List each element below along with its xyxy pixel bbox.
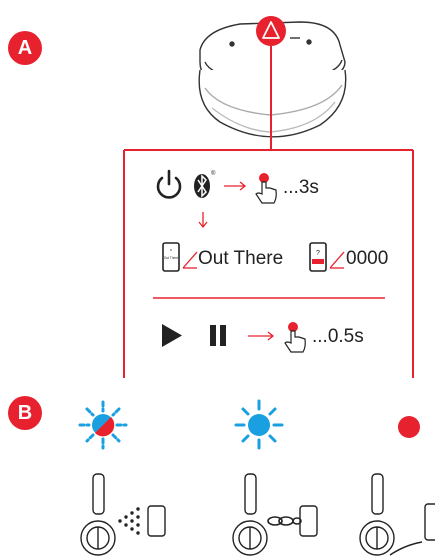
charging-light-icon (398, 416, 420, 438)
pairing-light-icon (78, 400, 128, 450)
bluetooth-icon: ® (194, 170, 216, 198)
headphone-pairing-icon (80, 473, 166, 556)
arrow-right-icon (224, 181, 247, 191)
power-icon (156, 169, 182, 199)
arrow-right-icon (248, 331, 275, 341)
svg-text:®: ® (211, 170, 216, 177)
play-icon (162, 324, 182, 347)
headphone-connected-icon (232, 473, 318, 556)
phone-screen-name-icon: * Out There (162, 242, 180, 272)
pin-code-label: 0000 (346, 248, 389, 269)
diagram-canvas: ® * Out There ? (78, 16, 435, 556)
phone-screen-pin-icon: ? (309, 242, 327, 272)
svg-text:Out There: Out There (164, 256, 179, 260)
pause-icon (210, 325, 226, 346)
edit-slash-icon (182, 251, 198, 269)
playback-hold-time: ...0.5s (312, 326, 364, 347)
svg-text:?: ? (316, 250, 320, 257)
svg-text:*: * (170, 249, 172, 255)
arrow-down-icon (198, 212, 208, 229)
pairing-dots-icon (118, 507, 140, 535)
connected-light-icon (234, 399, 284, 450)
speaker-main-button (256, 16, 286, 46)
press-finger-icon (255, 173, 277, 204)
chain-link-icon (267, 516, 302, 526)
headphone-charging-icon (359, 473, 435, 556)
press-finger-icon (284, 322, 306, 353)
pairing-hold-time: ...3s (283, 177, 319, 198)
bluetooth-name-label: Out There (198, 248, 284, 269)
edit-slash-icon (329, 251, 345, 269)
